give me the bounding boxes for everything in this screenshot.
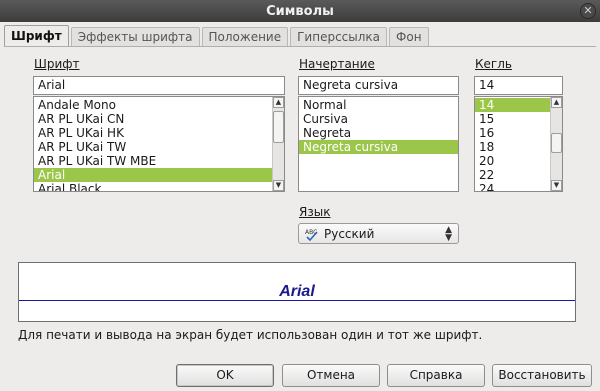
- tab-font-effects[interactable]: Эффекты шрифта: [70, 27, 200, 47]
- font-family-label: Шрифт: [34, 57, 80, 71]
- list-item[interactable]: Cursiva: [299, 112, 458, 126]
- scroll-thumb[interactable]: [273, 111, 284, 143]
- reset-button[interactable]: Восстановить: [492, 364, 592, 387]
- font-family-input[interactable]: Arial: [33, 76, 285, 95]
- list-item[interactable]: 16: [475, 126, 562, 140]
- scroll-up-icon[interactable]: ▲: [273, 97, 284, 108]
- typeface-input[interactable]: Negreta cursiva: [298, 76, 459, 95]
- font-family-list: Andale Mono AR PL UKai CN AR PL UKai HK …: [33, 96, 285, 192]
- tab-background[interactable]: Фон: [389, 27, 429, 47]
- scroll-down-icon[interactable]: ▼: [273, 180, 284, 191]
- typeface-label: Начертание: [299, 57, 375, 71]
- scroll-up-icon[interactable]: ▲: [551, 97, 562, 108]
- list-item[interactable]: 22: [475, 168, 562, 182]
- list-item-selected[interactable]: Arial: [34, 168, 284, 182]
- preview-text: Arial: [277, 283, 317, 300]
- cancel-button[interactable]: Отмена: [282, 364, 380, 387]
- scroll-down-icon[interactable]: ▼: [551, 180, 562, 191]
- language-label: Язык: [299, 205, 331, 219]
- character-dialog: Символы ✕ Шрифт Эффекты шрифта Положение…: [0, 0, 600, 391]
- tab-panel-border: [4, 46, 596, 47]
- list-item[interactable]: AR PL UKai TW: [34, 140, 284, 154]
- size-list: 14 15 16 18 20 22 24 ▲ ▼: [474, 96, 563, 192]
- close-icon[interactable]: ✕: [580, 3, 596, 19]
- tab-font[interactable]: Шрифт: [4, 25, 69, 47]
- list-item[interactable]: 15: [475, 112, 562, 126]
- ok-button[interactable]: OK: [176, 364, 274, 387]
- chevron-updown-icon: ▲ ▼: [445, 224, 452, 243]
- list-item[interactable]: 24: [475, 182, 562, 191]
- font-list-scrollbar[interactable]: ▲ ▼: [272, 97, 284, 191]
- tab-position[interactable]: Положение: [201, 27, 289, 47]
- size-list-scrollbar[interactable]: ▲ ▼: [550, 97, 562, 191]
- list-item-selected[interactable]: 14: [475, 98, 562, 112]
- font-preview: Arial: [18, 262, 576, 322]
- tab-bar: Шрифт Эффекты шрифта Положение Гиперссыл…: [4, 25, 431, 47]
- size-label: Кегль: [475, 57, 512, 71]
- info-note: Для печати и вывода на экран будет испол…: [18, 328, 483, 342]
- tab-hyperlink[interactable]: Гиперссылка: [290, 27, 388, 47]
- list-item[interactable]: Negreta: [299, 126, 458, 140]
- typeface-list: Normal Cursiva Negreta Negreta cursiva: [298, 96, 459, 192]
- scroll-thumb[interactable]: [551, 133, 562, 153]
- language-value: Русский: [324, 226, 375, 241]
- list-item[interactable]: AR PL UKai HK: [34, 126, 284, 140]
- size-input[interactable]: 14: [474, 76, 563, 95]
- window-title: Символы: [266, 3, 334, 19]
- help-button[interactable]: Справка: [387, 364, 485, 387]
- list-item[interactable]: Normal: [299, 98, 458, 112]
- list-item[interactable]: AR PL UKai CN: [34, 112, 284, 126]
- list-item[interactable]: 18: [475, 140, 562, 154]
- list-item-selected[interactable]: Negreta cursiva: [299, 140, 458, 154]
- list-item[interactable]: 20: [475, 154, 562, 168]
- title-bar: Символы ✕: [0, 0, 600, 22]
- list-item[interactable]: AR PL UKai TW MBE: [34, 154, 284, 168]
- list-item[interactable]: Arial Black: [34, 182, 284, 191]
- spellcheck-icon: ABC: [305, 227, 319, 241]
- list-item[interactable]: Andale Mono: [34, 98, 284, 112]
- language-select[interactable]: ABC Русский ▲ ▼: [298, 223, 459, 244]
